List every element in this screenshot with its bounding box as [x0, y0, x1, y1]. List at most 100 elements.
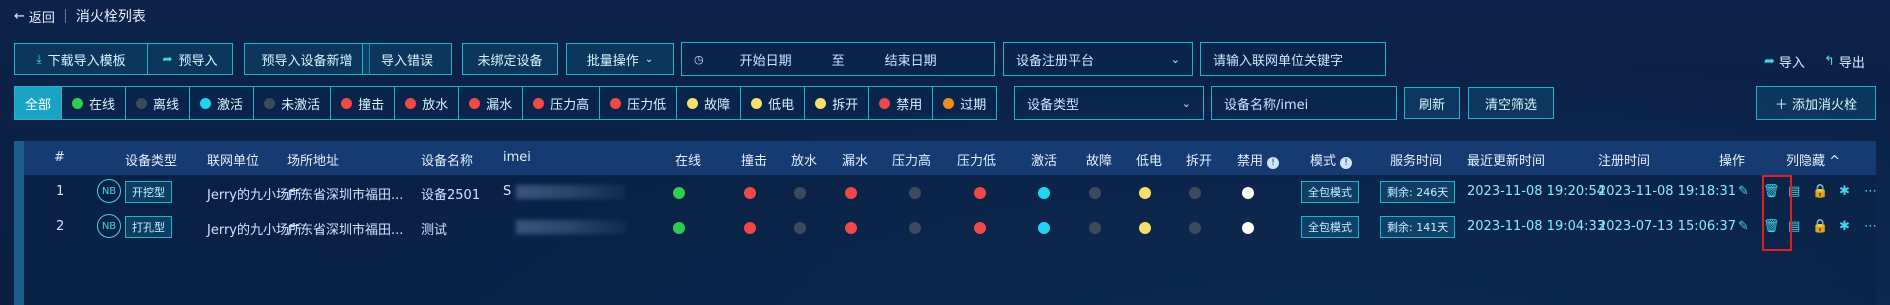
row-num: 1 [56, 184, 65, 199]
status-dot-icon [744, 187, 756, 199]
filter-chip-label: 拆开 [832, 97, 859, 113]
service-tag: 剩余: 141天 [1380, 216, 1456, 238]
device-type-select[interactable]: 设备类型 ⌄ [1014, 86, 1204, 120]
highlight-box [1762, 175, 1792, 251]
row-num: 2 [56, 219, 65, 234]
preimport-new-button[interactable]: 预导入设备新增 [244, 43, 370, 75]
filter-chip-label: 低电 [768, 97, 795, 113]
filter-chip[interactable]: 漏水 [459, 87, 524, 119]
more-icon[interactable]: ⋯ [1864, 184, 1877, 199]
filter-chip-label: 全部 [25, 97, 52, 113]
filter-chip-label: 过期 [960, 97, 987, 113]
nb-badge: NB [97, 179, 121, 203]
preimport-button[interactable]: ➦ 预导入 [147, 43, 233, 75]
col-name: 设备名称 [421, 154, 474, 169]
status-dot-icon [264, 97, 276, 109]
status-dot-icon [1089, 187, 1101, 199]
table-row[interactable]: 1 NB 开挖型 Jerry的九小场所 广东省深圳市福田... 设备2501 S… [24, 175, 1877, 209]
filter-chip-label: 在线 [89, 97, 116, 113]
help-icon[interactable]: ! [1340, 157, 1353, 169]
status-dot-icon [673, 187, 685, 199]
status-dot-icon [200, 97, 212, 109]
status-dot-icon [136, 97, 148, 109]
filter-chip[interactable]: 压力高 [523, 87, 601, 119]
mode-tag: 全包模式 [1301, 181, 1359, 203]
address: 广东省深圳市福田... [287, 223, 404, 238]
hydrant-table: # 设备类型 联网单位 场所地址 设备名称 imei 在线 撞击 放水 漏水 压… [14, 141, 1877, 305]
col-type: 设备类型 [125, 154, 178, 169]
device-search-input[interactable]: 设备名称/imei [1211, 86, 1397, 120]
filter-chip[interactable]: 全部 [15, 87, 63, 119]
edit-icon[interactable]: ✎ [1738, 219, 1749, 234]
chevron-down-icon: ⌄ [1170, 52, 1180, 66]
filter-chip[interactable]: 放水 [395, 87, 460, 119]
add-hydrant-button[interactable]: ＋ 添加消火栓 [1756, 86, 1876, 120]
status-dot-icon [72, 97, 84, 109]
platform-select[interactable]: 设备注册平台 ⌄ [1003, 42, 1193, 76]
filter-chip-label: 压力低 [627, 97, 667, 113]
table-row[interactable]: 2 NB 打孔型 Jerry的九小场所 广东省深圳市福田... 测试 全包模式 … [24, 210, 1877, 244]
filter-chip[interactable]: 压力低 [600, 87, 678, 119]
share-icon: ➦ [162, 52, 173, 66]
edit-icon[interactable]: ✎ [1738, 184, 1749, 199]
col-release: 放水 [791, 154, 818, 169]
clear-filter-button[interactable]: 清空筛选 [1468, 87, 1554, 119]
col-phigh: 压力高 [892, 154, 932, 169]
filter-chip[interactable]: 禁用 [869, 87, 934, 119]
topbar: ← 返回 消火栓列表 [14, 6, 146, 26]
filter-chip-label: 未激活 [281, 97, 321, 113]
filter-chip[interactable]: 过期 [933, 87, 997, 119]
mode-tag: 全包模式 [1301, 216, 1359, 238]
registered-time: 2023-07-13 15:06:37 [1598, 219, 1737, 234]
col-impact: 撞击 [741, 154, 768, 169]
divider [64, 9, 66, 23]
settings-icon[interactable]: ✱ [1839, 184, 1850, 199]
filter-chip-label: 故障 [704, 97, 731, 113]
status-dot-icon [879, 97, 891, 109]
col-disabled: 禁用! [1237, 150, 1280, 169]
lock-icon[interactable]: 🔒 [1812, 184, 1828, 199]
refresh-button[interactable]: 刷新 [1404, 87, 1460, 119]
export-link[interactable]: ↰ 导出 [1824, 52, 1865, 71]
col-plow: 压力低 [957, 154, 997, 169]
filter-chip[interactable]: 未激活 [254, 87, 332, 119]
filter-chip[interactable]: 在线 [62, 87, 127, 119]
share-icon: ➦ [1764, 54, 1775, 69]
filter-chip[interactable]: 低电 [741, 87, 806, 119]
status-dot-icon [845, 222, 857, 234]
status-dot-icon [1038, 187, 1050, 199]
status-dot-icon [1242, 187, 1254, 199]
col-active: 激活 [1031, 154, 1058, 169]
batch-operation-dropdown[interactable]: 批量操作 ⌄ [566, 43, 674, 75]
status-dot-icon [1139, 187, 1151, 199]
filter-chip[interactable]: 离线 [126, 87, 191, 119]
chevron-down-icon: ⌄ [1181, 96, 1191, 110]
back-button[interactable]: ← 返回 [14, 7, 55, 26]
status-dot-icon [744, 222, 756, 234]
filter-chip-label: 放水 [422, 97, 449, 113]
col-ops: 操作 [1719, 154, 1746, 169]
filter-chip[interactable]: 激活 [190, 87, 255, 119]
status-dot-icon [673, 222, 685, 234]
col-addr: 场所地址 [287, 154, 340, 169]
filter-chip[interactable]: 拆开 [805, 87, 870, 119]
column-hide-toggle[interactable]: 列隐藏 ^ [1786, 150, 1840, 169]
status-dot-icon [1189, 187, 1201, 199]
date-range-picker[interactable]: ◷ 开始日期 至 结束日期 [681, 42, 995, 76]
download-template-button[interactable]: ⤓ 下载导入模板 [14, 43, 148, 75]
status-dot-icon [974, 222, 986, 234]
service-tag: 剩余: 246天 [1380, 181, 1456, 203]
filter-chip[interactable]: 撞击 [331, 87, 396, 119]
settings-icon[interactable]: ✱ [1839, 219, 1850, 234]
device-type-tag: 开挖型 [125, 181, 172, 203]
filter-chip[interactable]: 故障 [677, 87, 742, 119]
device-type-tag: 打孔型 [125, 216, 172, 238]
lock-icon[interactable]: 🔒 [1812, 219, 1828, 234]
unit-keyword-input[interactable]: 请输入联网单位关键字 [1200, 42, 1386, 76]
more-icon[interactable]: ⋯ [1864, 219, 1877, 234]
help-icon[interactable]: ! [1267, 157, 1280, 169]
import-error-button[interactable]: 导入错误 [362, 43, 452, 75]
import-link[interactable]: ➦ 导入 [1764, 52, 1805, 71]
unbound-devices-button[interactable]: 未绑定设备 [462, 43, 558, 75]
status-filter-bar: 全部 在线 离线 激活 未激活 撞击 放水 漏水 压力高 压力低 故障 低电 拆开 禁用 过期 [14, 86, 998, 120]
